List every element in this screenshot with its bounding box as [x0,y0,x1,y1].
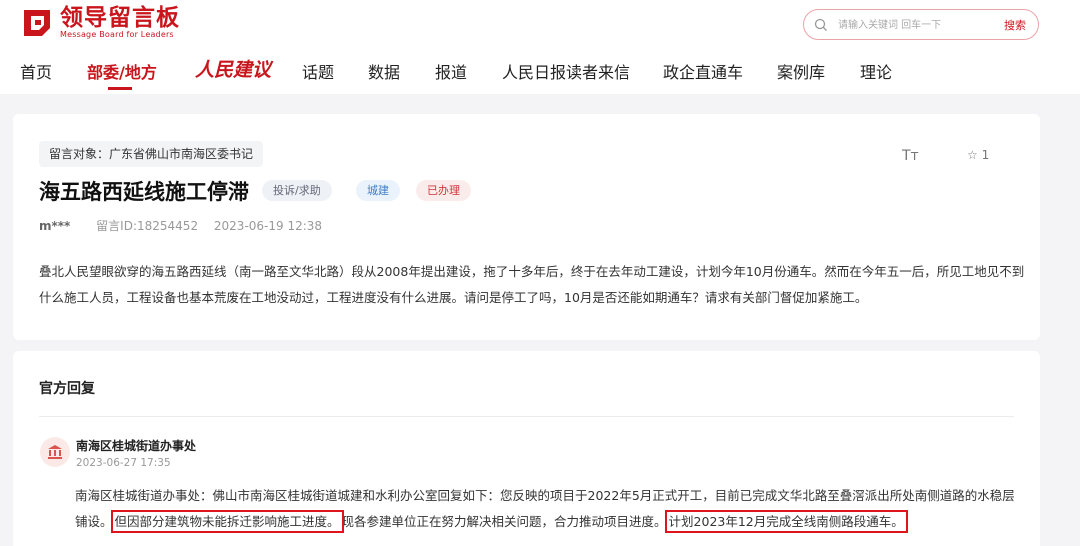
favorite-button[interactable]: ☆ 1 [967,148,989,162]
status-badge: 已办理 [416,180,471,201]
message-id: 留言ID:18254452 [96,219,199,233]
message-content: 叠北人民望眼欲穿的海五路西延线（南一路至文华北路）段从2008年提出建设，拖了十… [39,264,1025,305]
star-count: 1 [981,148,990,162]
logo-title: 领导留言板 [60,5,180,31]
message-datetime: 2023-06-19 12:38 [213,219,323,233]
reply-datetime: 2023-06-27 17:35 [76,457,171,469]
nav-item-case-library[interactable]: 案例库 [777,59,825,83]
font-size-icon[interactable]: Tт [902,148,919,164]
nav-item-ministries-local[interactable]: 部委/地方 [87,59,157,83]
search-icon [814,17,828,31]
star-icon: ☆ [967,148,978,162]
government-building-icon [48,445,62,459]
nav-active-indicator [108,87,132,90]
tag-category: 投诉/求助 [262,180,332,201]
reply-text-part2: 现各参建单位正在努力解决相关问题，合力推动项目进度。 [341,514,667,529]
nav-item-reader-letters[interactable]: 人民日报读者来信 [502,59,630,83]
nav-item-enterprise-direct[interactable]: 政企直通车 [663,59,743,83]
nav-item-home[interactable]: 首页 [20,59,52,83]
reply-organization: 南海区桂城街道办事处 [76,439,197,453]
nav-item-reports[interactable]: 报道 [435,59,467,83]
message-target: 留言对象：广东省佛山市南海区委书记 [39,141,264,167]
avatar [40,437,70,467]
message-meta: m*** 留言ID:18254452 2023-06-19 12:38 [39,217,322,234]
divider [39,416,1014,417]
logo-subtitle: Message Board for Leaders [60,30,174,39]
main-nav: 首页 部委/地方 人民建议 话题 数据 报道 人民日报读者来信 政企直通车 案例… [0,55,1080,93]
nav-item-theory[interactable]: 理论 [860,59,892,83]
site-logo[interactable]: 领导留言板 Message Board for Leaders [20,6,180,40]
search-button[interactable]: 搜索 [1004,17,1026,33]
highlight-box-completion-plan: 计划2023年12月完成全线南侧路段通车。 [664,510,908,533]
message-user: m*** [39,219,71,233]
search-box: 搜索 [803,9,1039,40]
reply-heading: 官方回复 [39,381,95,397]
nav-item-data[interactable]: 数据 [368,59,400,83]
message-title: 海五路西延线施工停滞 [39,180,249,204]
reply-body: 南海区桂城街道办事处：佛山市南海区桂城街道城建和水利办公室回复如下：您反映的项目… [75,483,1017,535]
top-bar: 领导留言板 Message Board for Leaders 搜索 首页 部委… [0,0,1080,94]
nav-item-people-suggestions[interactable]: 人民建议 [195,55,271,82]
message-card: 留言对象：广东省佛山市南海区委书记 Tт ☆ 1 海五路西延线施工停滞 投诉/求… [13,114,1040,340]
nav-item-topics[interactable]: 话题 [302,59,334,83]
tag-domain: 城建 [356,180,400,201]
official-reply-card: 官方回复 南海区桂城街道办事处 2023-06-27 17:35 南海区桂城街道… [13,351,1040,546]
logo-mark-icon [20,8,54,38]
highlight-box-demolition: 但因部分建筑物未能拆迁影响施工进度。 [110,510,344,533]
search-input[interactable] [838,15,993,35]
